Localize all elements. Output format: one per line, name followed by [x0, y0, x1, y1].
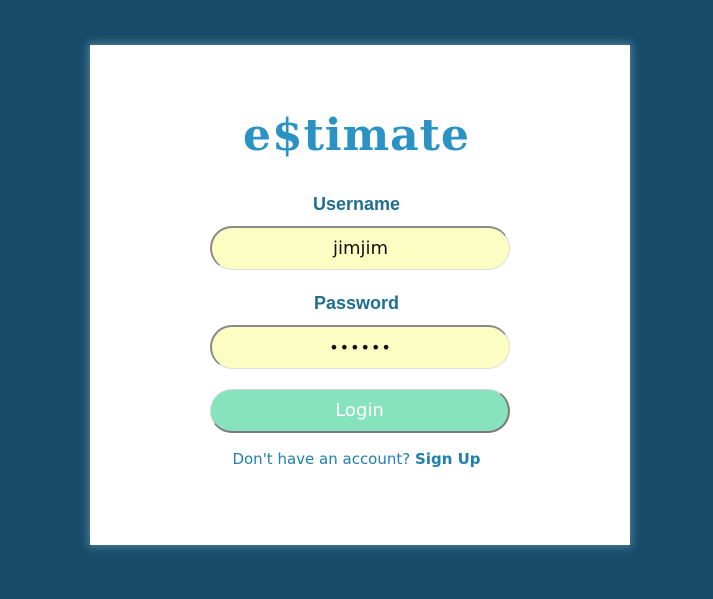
- signup-link[interactable]: Sign Up: [415, 450, 481, 468]
- password-input[interactable]: [210, 325, 510, 369]
- username-input[interactable]: [210, 226, 510, 270]
- signup-prompt: Don't have an account? Sign Up: [0, 449, 713, 469]
- username-label: Username: [312, 194, 401, 214]
- password-label: Password: [313, 293, 400, 313]
- login-button[interactable]: Login: [210, 389, 510, 433]
- app-logo: e$timate: [242, 110, 471, 161]
- signup-prompt-text: Don't have an account?: [232, 450, 411, 468]
